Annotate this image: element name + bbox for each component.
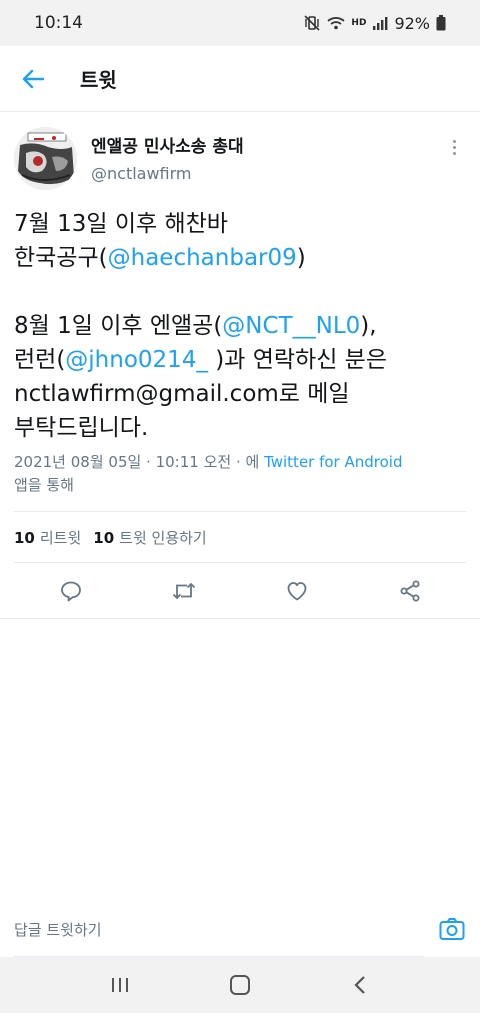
signal-icon xyxy=(373,17,388,30)
system-nav-bar xyxy=(0,957,480,1013)
recent-apps-button[interactable] xyxy=(90,957,150,1013)
battery-icon xyxy=(436,15,446,31)
tweet-meta: 2021년 08월 05일 · 10:11 오전 · 에 Twitter for… xyxy=(14,451,466,497)
back-button[interactable] xyxy=(0,46,66,112)
app-header: 트윗 xyxy=(0,46,480,112)
system-back-button[interactable] xyxy=(330,957,390,1013)
reply-icon xyxy=(60,581,81,601)
reply-button[interactable] xyxy=(51,571,91,611)
tweet-line: 7월 13일 이후 해찬바 xyxy=(14,211,228,237)
tweet-author: 엔앨공 민사소송 총대 @nctlawfirm xyxy=(14,127,466,197)
more-options-button[interactable] xyxy=(442,133,466,161)
recent-apps-icon xyxy=(112,978,128,992)
tweet-line: )과 연락하신 분은 xyxy=(207,347,387,373)
reply-input[interactable]: 답글 트윗하기 xyxy=(14,902,424,957)
retweet-count-link[interactable]: 10 리트윗 xyxy=(14,527,81,548)
like-button[interactable] xyxy=(277,571,317,611)
tweet-line: 런런( xyxy=(14,347,66,373)
chevron-left-icon xyxy=(354,976,365,994)
avatar-image xyxy=(14,127,77,190)
page-title: 트윗 xyxy=(80,68,117,92)
tweet-actions xyxy=(14,563,466,618)
quote-label: 트윗 인용하기 xyxy=(119,528,207,547)
tweet-timestamp: 2021년 08월 05일 · 10:11 오전 · 에 xyxy=(14,453,265,471)
more-dot-icon xyxy=(452,151,456,155)
retweet-button[interactable] xyxy=(164,571,204,611)
author-display-name[interactable]: 엔앨공 민사소송 총대 xyxy=(91,132,244,157)
quote-count-link[interactable]: 10 트윗 인용하기 xyxy=(93,527,206,548)
tweet-source-suffix: 앱을 통해 xyxy=(14,476,74,494)
battery-percent: 92% xyxy=(394,13,430,33)
tweet-line: 한국공구( xyxy=(14,245,108,271)
camera-icon xyxy=(439,918,465,940)
home-icon xyxy=(230,975,250,995)
mention-link[interactable]: @haechanbar09 xyxy=(108,245,297,271)
more-dot-icon xyxy=(452,145,456,149)
tweet-stats: 10 리트윗 10 트윗 인용하기 xyxy=(14,512,207,562)
tweet-source-link[interactable]: Twitter for Android xyxy=(264,453,402,471)
heart-icon xyxy=(287,581,306,600)
tweet-line: ) xyxy=(296,245,306,271)
more-dot-icon xyxy=(452,139,456,143)
status-bar: 10:14 HD 92% xyxy=(0,0,480,46)
home-button[interactable] xyxy=(210,957,270,1013)
author-handle[interactable]: @nctlawfirm xyxy=(91,164,192,183)
tweet-text: 7월 13일 이후 해찬바 한국공구(@haechanbar09) 8월 1일 … xyxy=(14,207,466,445)
vibrate-mute-icon xyxy=(304,15,320,31)
divider xyxy=(0,618,480,619)
avatar[interactable] xyxy=(14,127,77,190)
retweet-icon xyxy=(172,582,195,599)
tweet-line: 8월 1일 이후 엔앨공( xyxy=(14,313,223,339)
tweet-line: ), xyxy=(360,313,377,339)
mention-link[interactable]: @NCT__NL0 xyxy=(222,313,360,339)
tweet-line: 부탁드립니다. xyxy=(14,415,149,441)
mention-link[interactable]: @jhno0214_ xyxy=(65,347,208,373)
quote-count: 10 xyxy=(93,528,115,547)
tweet-line: nctlawfirm@gmail.com로 메일 xyxy=(14,381,350,407)
share-icon xyxy=(400,580,419,601)
status-icons: HD 92% xyxy=(303,14,446,33)
status-time: 10:14 xyxy=(34,13,83,33)
retweet-count: 10 xyxy=(14,528,35,547)
share-button[interactable] xyxy=(390,571,430,611)
retweet-label: 리트윗 xyxy=(39,528,82,547)
hd-voice-icon: HD xyxy=(351,17,367,28)
wifi-icon xyxy=(327,17,346,30)
arrow-left-icon xyxy=(22,69,44,88)
reply-bar: 답글 트윗하기 xyxy=(0,902,480,957)
camera-button[interactable] xyxy=(438,915,466,943)
